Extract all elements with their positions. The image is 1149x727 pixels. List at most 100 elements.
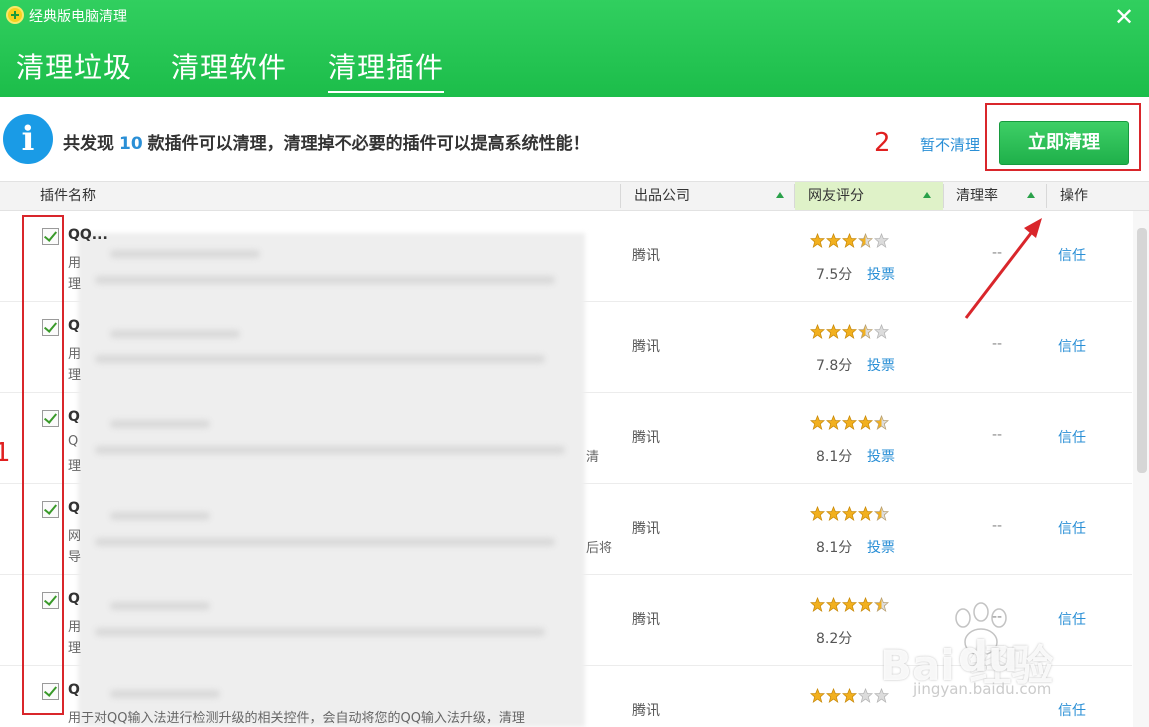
trust-link[interactable]: 信任 — [1058, 700, 1086, 720]
tab-clean-junk[interactable]: 清理垃圾 — [16, 46, 132, 86]
col-divider — [1046, 184, 1047, 208]
star-icon — [842, 597, 857, 612]
clean-rate: -- — [992, 427, 1003, 443]
star-icon — [810, 597, 825, 612]
star-icon — [858, 597, 873, 612]
star-icon — [842, 506, 857, 521]
col-plugin-name[interactable]: 插件名称 — [40, 181, 96, 211]
trust-link[interactable]: 信任 — [1058, 518, 1086, 538]
plugin-company: 腾讯 — [632, 612, 660, 628]
scrollbar-thumb[interactable] — [1137, 228, 1147, 473]
rating-score: 8.2分 — [816, 631, 853, 647]
star-icon — [826, 597, 841, 612]
plugin-company: 腾讯 — [632, 430, 660, 446]
plugin-desc: 理 — [68, 368, 82, 383]
blur-line — [95, 446, 565, 454]
plugin-name: Q — [68, 591, 80, 607]
plugin-desc: 用 — [68, 256, 82, 271]
star-icon — [874, 506, 889, 521]
clean-now-button[interactable]: 立即清理 — [999, 121, 1129, 165]
watermark-du: du — [958, 632, 1018, 681]
star-icon — [874, 415, 889, 430]
close-icon[interactable]: ✕ — [1110, 4, 1138, 32]
trust-link[interactable]: 信任 — [1058, 336, 1086, 356]
plugin-checkbox[interactable] — [42, 319, 59, 336]
star-icon — [810, 415, 825, 430]
sort-asc-icon[interactable] — [1027, 192, 1035, 198]
trust-link[interactable]: 信任 — [1058, 245, 1086, 265]
vote-link[interactable]: 投票 — [867, 355, 895, 375]
star-icon — [826, 324, 841, 339]
col-company[interactable]: 出品公司 — [634, 181, 690, 211]
star-icon — [858, 233, 873, 248]
tab-clean-software[interactable]: 清理软件 — [171, 46, 287, 86]
trust-link[interactable]: 信任 — [1058, 609, 1086, 629]
plugin-checkbox[interactable] — [42, 228, 59, 245]
star-icon — [858, 688, 873, 703]
tab-clean-plugins[interactable]: 清理插件 — [328, 46, 445, 93]
plugin-company: 腾讯 — [632, 703, 660, 719]
star-icon — [874, 324, 889, 339]
plugin-desc: 导 — [68, 550, 82, 565]
plugin-name: Q — [68, 318, 80, 334]
star-icon — [842, 233, 857, 248]
rating-stars — [810, 506, 890, 522]
rating-stars — [810, 324, 890, 340]
blur-line — [110, 330, 240, 338]
watermark-url: jingyan.baidu.com — [913, 680, 1052, 698]
star-icon — [810, 324, 825, 339]
rating-score: 8.1分 — [816, 449, 853, 465]
rating-stars — [810, 233, 890, 249]
plugin-company: 腾讯 — [632, 248, 660, 264]
rating-stars — [810, 415, 890, 431]
blur-line — [110, 690, 220, 698]
plugin-desc: 用 — [68, 620, 82, 635]
plugin-checkbox[interactable] — [42, 592, 59, 609]
plugin-checkbox[interactable] — [42, 683, 59, 700]
plugin-cleaner-window: 经典版电脑清理 ✕ 清理垃圾 清理软件 清理插件 i 共发现 10 款插件可以清理，… — [0, 0, 1149, 727]
plugin-name: Q — [68, 409, 80, 425]
col-rating[interactable]: 网友评分 — [808, 181, 864, 211]
col-divider — [943, 184, 944, 208]
blur-line — [95, 355, 545, 363]
info-suffix: 款插件可以清理，清理掉不必要的插件可以提高系统性能！ — [147, 134, 590, 154]
blur-line — [95, 276, 555, 284]
annotation-1: 1 — [0, 438, 11, 468]
rating-score: 7.8分 — [816, 358, 853, 374]
vote-link[interactable]: 投票 — [867, 264, 895, 284]
blur-line — [110, 602, 210, 610]
skip-clean-link[interactable]: 暂不清理 — [920, 134, 980, 155]
sort-asc-icon[interactable] — [776, 192, 784, 198]
blur-line — [95, 538, 555, 546]
blur-line — [110, 250, 260, 258]
star-icon — [858, 506, 873, 521]
col-clean-rate[interactable]: 清理率 — [956, 181, 998, 211]
info-message: 共发现 10 款插件可以清理，清理掉不必要的插件可以提高系统性能！ — [63, 129, 590, 154]
plugin-name: QQ... — [68, 227, 108, 243]
annotation-arrow — [964, 218, 1042, 319]
plugin-desc: Q — [68, 434, 79, 449]
star-icon — [826, 688, 841, 703]
app-logo-icon — [6, 6, 24, 24]
rating-score: 7.5分 — [816, 267, 853, 283]
star-icon — [810, 233, 825, 248]
plugin-checkbox[interactable] — [42, 410, 59, 427]
col-divider — [794, 184, 795, 208]
rating-stars — [810, 597, 890, 613]
star-icon — [810, 688, 825, 703]
sort-asc-icon[interactable] — [923, 192, 931, 198]
vote-link[interactable]: 投票 — [867, 537, 895, 557]
star-icon — [826, 415, 841, 430]
clean-rate: -- — [992, 518, 1003, 534]
plugin-checkbox[interactable] — [42, 501, 59, 518]
vote-link[interactable]: 投票 — [867, 446, 895, 466]
star-icon — [810, 506, 825, 521]
star-icon — [874, 688, 889, 703]
plugin-desc-tail: 后将 — [586, 541, 613, 556]
plugin-company: 腾讯 — [632, 521, 660, 537]
trust-link[interactable]: 信任 — [1058, 427, 1086, 447]
plugin-desc-tail: 清 — [586, 450, 600, 465]
star-icon — [842, 415, 857, 430]
col-action: 操作 — [1060, 188, 1088, 204]
blur-line — [110, 512, 210, 520]
